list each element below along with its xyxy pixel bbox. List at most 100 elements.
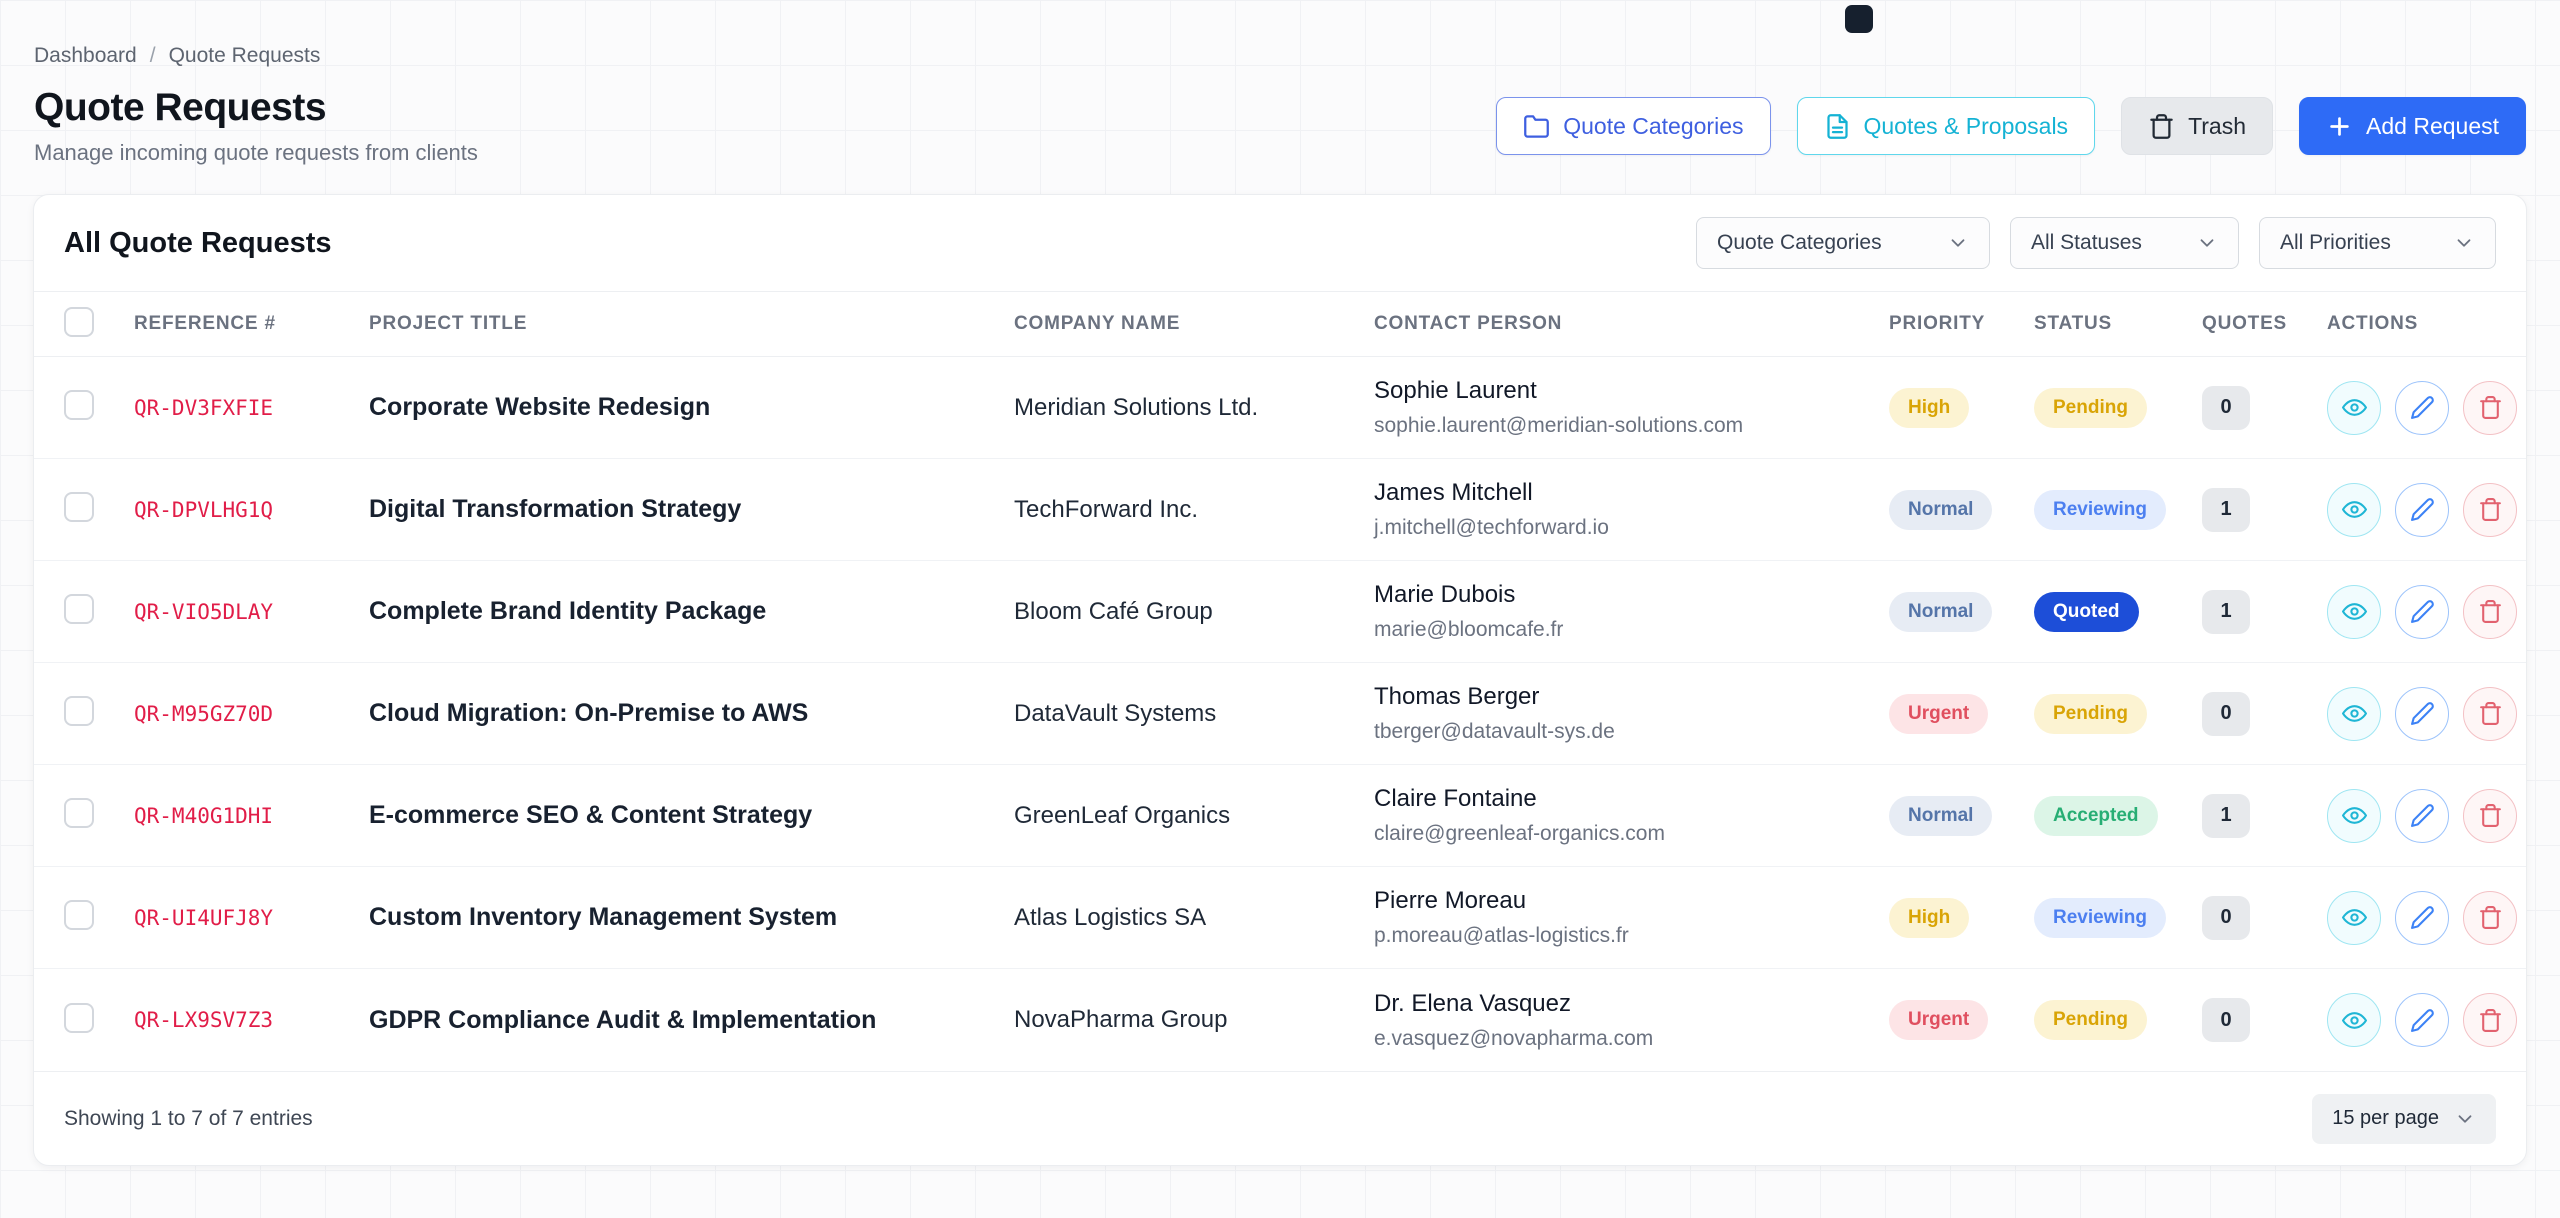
contact-name: Pierre Moreau	[1374, 887, 1869, 915]
delete-button[interactable]	[2463, 993, 2517, 1047]
edit-button[interactable]	[2395, 993, 2449, 1047]
table-row: QR-LX9SV7Z3 GDPR Compliance Audit & Impl…	[34, 969, 2526, 1071]
per-page-select[interactable]: 15 per page	[2312, 1094, 2496, 1144]
page-title-block: Quote Requests Manage incoming quote req…	[34, 86, 478, 166]
table-footer: Showing 1 to 7 of 7 entries 15 per page	[34, 1071, 2526, 1165]
row-checkbox[interactable]	[64, 900, 94, 930]
pencil-icon	[2410, 1008, 2435, 1033]
status-badge: Pending	[2034, 1000, 2147, 1040]
priority-badge: Urgent	[1889, 694, 1988, 734]
column-header-status: Status	[2034, 313, 2202, 335]
add-request-label: Add Request	[2366, 113, 2499, 140]
edit-button[interactable]	[2395, 381, 2449, 435]
row-checkbox[interactable]	[64, 492, 94, 522]
view-button[interactable]	[2327, 585, 2381, 639]
company-name: NovaPharma Group	[1014, 1006, 1227, 1033]
table-header-row: Reference # Project Title Company Name C…	[34, 291, 2526, 357]
reference-link[interactable]: QR-UI4UFJ8Y	[134, 906, 273, 930]
trash-button[interactable]: Trash	[2121, 97, 2273, 155]
edit-button[interactable]	[2395, 585, 2449, 639]
edit-button[interactable]	[2395, 891, 2449, 945]
contact-name: Dr. Elena Vasquez	[1374, 990, 1869, 1018]
view-button[interactable]	[2327, 687, 2381, 741]
header-actions: Quote Categories Quotes & Proposals Tras…	[1496, 97, 2526, 155]
delete-button[interactable]	[2463, 891, 2517, 945]
status-badge: Pending	[2034, 388, 2147, 428]
contact-email: claire@greenleaf-organics.com	[1374, 822, 1869, 846]
delete-button[interactable]	[2463, 687, 2517, 741]
view-button[interactable]	[2327, 483, 2381, 537]
plus-icon	[2326, 113, 2353, 140]
row-checkbox[interactable]	[64, 390, 94, 420]
filter-priorities-select[interactable]: All Priorities	[2259, 217, 2496, 269]
quotes-proposals-button[interactable]: Quotes & Proposals	[1797, 97, 2096, 155]
contact-name: Sophie Laurent	[1374, 377, 1869, 405]
delete-button[interactable]	[2463, 789, 2517, 843]
column-header-company-name: Company Name	[1014, 313, 1374, 335]
contact-email: p.moreau@atlas-logistics.fr	[1374, 924, 1869, 948]
quotes-count: 0	[2202, 692, 2250, 736]
row-checkbox[interactable]	[64, 594, 94, 624]
trash-icon	[2478, 497, 2503, 522]
quotes-count: 1	[2202, 488, 2250, 532]
project-title: GDPR Compliance Audit & Implementation	[369, 1006, 876, 1034]
pencil-icon	[2410, 395, 2435, 420]
document-icon	[1824, 113, 1851, 140]
row-checkbox[interactable]	[64, 1003, 94, 1033]
view-button[interactable]	[2327, 381, 2381, 435]
trash-icon	[2478, 1008, 2503, 1033]
reference-link[interactable]: QR-M40G1DHI	[134, 804, 273, 828]
breadcrumb: Dashboard / Quote Requests	[0, 0, 2560, 68]
filter-statuses-select[interactable]: All Statuses	[2010, 217, 2239, 269]
company-name: Meridian Solutions Ltd.	[1014, 394, 1258, 421]
page-subtitle: Manage incoming quote requests from clie…	[34, 140, 478, 166]
view-button[interactable]	[2327, 891, 2381, 945]
eye-icon	[2342, 599, 2367, 624]
project-title: E-commerce SEO & Content Strategy	[369, 801, 812, 829]
view-button[interactable]	[2327, 993, 2381, 1047]
trash-icon	[2478, 701, 2503, 726]
company-name: Atlas Logistics SA	[1014, 904, 1206, 931]
add-request-button[interactable]: Add Request	[2299, 97, 2526, 155]
trash-icon	[2478, 905, 2503, 930]
delete-button[interactable]	[2463, 483, 2517, 537]
edit-button[interactable]	[2395, 687, 2449, 741]
page-header: Quote Requests Manage incoming quote req…	[0, 68, 2560, 166]
table-row: QR-M95GZ70D Cloud Migration: On-Premise …	[34, 663, 2526, 765]
company-name: TechForward Inc.	[1014, 496, 1198, 523]
filter-quote-categories-select[interactable]: Quote Categories	[1696, 217, 1990, 269]
contact-name: James Mitchell	[1374, 479, 1869, 507]
reference-link[interactable]: QR-DV3FXFIE	[134, 396, 273, 420]
reference-link[interactable]: QR-VIO5DLAY	[134, 600, 273, 624]
eye-icon	[2342, 905, 2367, 930]
reference-link[interactable]: QR-DPVLHG1Q	[134, 498, 273, 522]
select-all-checkbox[interactable]	[64, 307, 94, 337]
contact-email: e.vasquez@novapharma.com	[1374, 1027, 1869, 1051]
table-row: QR-DV3FXFIE Corporate Website Redesign M…	[34, 357, 2526, 459]
chevron-down-icon	[2453, 232, 2475, 254]
quote-categories-button[interactable]: Quote Categories	[1496, 97, 1770, 155]
delete-button[interactable]	[2463, 381, 2517, 435]
panel-header: All Quote Requests Quote Categories All …	[34, 195, 2526, 291]
column-header-actions: Actions	[2327, 313, 2497, 335]
contact-email: sophie.laurent@meridian-solutions.com	[1374, 414, 1869, 438]
breadcrumb-dashboard-link[interactable]: Dashboard	[34, 44, 137, 68]
contact-email: j.mitchell@techforward.io	[1374, 516, 1869, 540]
reference-link[interactable]: QR-LX9SV7Z3	[134, 1008, 273, 1032]
edit-button[interactable]	[2395, 483, 2449, 537]
reference-link[interactable]: QR-M95GZ70D	[134, 702, 273, 726]
row-checkbox[interactable]	[64, 798, 94, 828]
row-checkbox[interactable]	[64, 696, 94, 726]
filter-statuses-value: All Statuses	[2031, 231, 2142, 255]
priority-badge: High	[1889, 388, 1969, 428]
eye-icon	[2342, 395, 2367, 420]
delete-button[interactable]	[2463, 585, 2517, 639]
trash-label: Trash	[2188, 113, 2246, 140]
quotes-count: 1	[2202, 590, 2250, 634]
view-button[interactable]	[2327, 789, 2381, 843]
chevron-down-icon	[2196, 232, 2218, 254]
edit-button[interactable]	[2395, 789, 2449, 843]
pencil-icon	[2410, 803, 2435, 828]
project-title: Cloud Migration: On-Premise to AWS	[369, 699, 808, 727]
floating-widget-button[interactable]	[1845, 5, 1873, 33]
